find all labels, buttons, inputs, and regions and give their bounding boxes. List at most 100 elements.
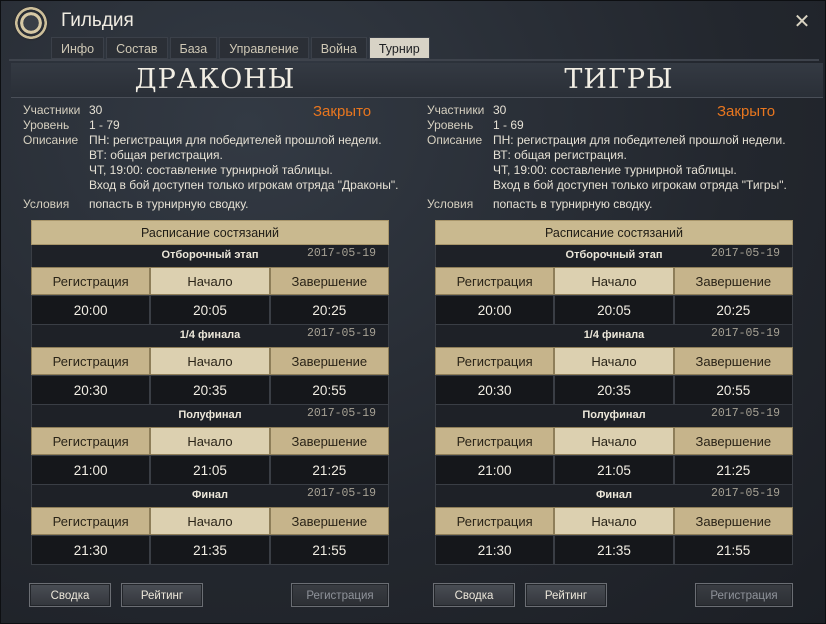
tab-war[interactable]: Война (310, 37, 367, 59)
participants-value: 30 (89, 103, 103, 117)
start-time: 21:35 (554, 535, 674, 565)
close-icon[interactable]: ✕ (791, 11, 813, 33)
column-header-row: Регистрация Начало Завершение (435, 267, 793, 295)
level-label: Уровень (23, 118, 70, 132)
stage-date: 2017-05-19 (306, 487, 376, 500)
participants-value: 30 (493, 103, 507, 117)
schedule-title: Расписание состязаний (31, 220, 389, 245)
col-start: Начало (150, 347, 270, 375)
col-end: Завершение (673, 427, 793, 455)
start-time: 20:35 (554, 375, 674, 405)
stage-header: Полуфинал 2017-05-19 (31, 405, 389, 427)
window-title: Гильдия (61, 10, 134, 31)
col-registration: Регистрация (31, 427, 151, 455)
stage-header: Финал 2017-05-19 (31, 485, 389, 507)
col-end: Завершение (269, 267, 389, 295)
start-time: 21:05 (150, 455, 270, 485)
column-header-row: Регистрация Начало Завершение (31, 507, 389, 535)
summary-button[interactable]: Сводка (29, 583, 111, 607)
col-start: Начало (554, 507, 674, 535)
end-time: 20:55 (673, 375, 793, 405)
col-registration: Регистрация (435, 507, 555, 535)
stage-date: 2017-05-19 (710, 407, 780, 420)
col-end: Завершение (673, 267, 793, 295)
stage-header: Отборочный этап 2017-05-19 (435, 245, 793, 267)
column-header-row: Регистрация Начало Завершение (31, 427, 389, 455)
registration-time: 21:00 (31, 455, 151, 485)
title-bar: Гильдия ✕ (1, 1, 826, 41)
col-end: Завершение (673, 507, 793, 535)
description-line: Вход в бой доступен только игрокам отряд… (89, 178, 399, 192)
end-time: 20:25 (673, 295, 793, 325)
level-value: 1 - 69 (493, 118, 524, 132)
conditions-label: Условия (23, 197, 70, 211)
stage-header: Полуфинал 2017-05-19 (435, 405, 793, 427)
registration-time: 20:00 (435, 295, 555, 325)
col-registration: Регистрация (31, 267, 151, 295)
stage-header: 1/4 финала 2017-05-19 (31, 325, 389, 347)
col-end: Завершение (269, 507, 389, 535)
start-time: 21:35 (150, 535, 270, 565)
col-end: Завершение (673, 347, 793, 375)
conditions-value: попасть в турнирную сводку. (89, 197, 249, 211)
column-header-row: Регистрация Начало Завершение (435, 347, 793, 375)
registration-time: 21:30 (31, 535, 151, 565)
team-header: ТИГРЫ (415, 63, 823, 98)
tab-tournament[interactable]: Турнир (368, 37, 430, 59)
description-line: ПН: регистрация для победителей прошлой … (493, 133, 786, 147)
stage-header: 1/4 финала 2017-05-19 (435, 325, 793, 347)
stage-date: 2017-05-19 (306, 247, 376, 260)
description-line: ЧТ, 19:00: составление турнирной таблицы… (493, 163, 737, 177)
team-name: ДРАКОНЫ (134, 64, 296, 95)
stage-date: 2017-05-19 (710, 487, 780, 500)
col-registration: Регистрация (31, 347, 151, 375)
end-time: 20:55 (269, 375, 389, 405)
end-time: 20:25 (269, 295, 389, 325)
col-start: Начало (554, 267, 674, 295)
tab-base[interactable]: База (169, 37, 218, 59)
time-row: 21:00 21:05 21:25 (31, 455, 389, 485)
column-header-row: Регистрация Начало Завершение (435, 507, 793, 535)
column-header-row: Регистрация Начало Завершение (435, 427, 793, 455)
schedule-table: Расписание состязаний Отборочный этап 20… (435, 220, 793, 565)
col-end: Завершение (269, 347, 389, 375)
start-time: 20:05 (554, 295, 674, 325)
col-start: Начало (554, 427, 674, 455)
start-time: 20:35 (150, 375, 270, 405)
status-badge: Закрыто (313, 103, 372, 120)
stage-date: 2017-05-19 (710, 247, 780, 260)
registration-time: 21:30 (435, 535, 555, 565)
stage-header: Отборочный этап 2017-05-19 (31, 245, 389, 267)
time-row: 21:00 21:05 21:25 (435, 455, 793, 485)
description-line: ВТ: общая регистрация. (493, 148, 627, 162)
register-button[interactable]: Регистрация (695, 583, 793, 607)
team-header: ДРАКОНЫ (11, 63, 419, 98)
rating-button[interactable]: Рейтинг (525, 583, 607, 607)
description-line: ЧТ, 19:00: составление турнирной таблицы… (89, 163, 333, 177)
registration-time: 20:30 (435, 375, 555, 405)
guild-gear-icon (13, 5, 49, 41)
register-button[interactable]: Регистрация (291, 583, 389, 607)
schedule-title: Расписание состязаний (435, 220, 793, 245)
end-time: 21:25 (269, 455, 389, 485)
summary-button[interactable]: Сводка (433, 583, 515, 607)
conditions-value: попасть в турнирную сводку. (493, 197, 653, 211)
description-line: ПН: регистрация для победителей прошлой … (89, 133, 382, 147)
tab-roster[interactable]: Состав (106, 37, 168, 59)
time-row: 21:30 21:35 21:55 (31, 535, 389, 565)
stage-header: Финал 2017-05-19 (435, 485, 793, 507)
team-panel-dragons: ДРАКОНЫ Закрыто Участники 30 Уровень 1 -… (11, 63, 423, 607)
rating-button[interactable]: Рейтинг (121, 583, 203, 607)
col-start: Начало (554, 347, 674, 375)
time-row: 20:30 20:35 20:55 (31, 375, 389, 405)
col-end: Завершение (269, 427, 389, 455)
tab-management[interactable]: Управление (219, 37, 309, 59)
tab-info[interactable]: Инфо (51, 37, 105, 59)
team-panel-tigers: ТИГРЫ Закрыто Участники 30 Уровень 1 - 6… (415, 63, 826, 607)
registration-time: 21:00 (435, 455, 555, 485)
description-line: ВТ: общая регистрация. (89, 148, 223, 162)
participants-label: Участники (23, 103, 81, 117)
guild-window: Гильдия ✕ Инфо Состав База Управление Во… (0, 0, 826, 624)
col-registration: Регистрация (435, 347, 555, 375)
end-time: 21:55 (673, 535, 793, 565)
